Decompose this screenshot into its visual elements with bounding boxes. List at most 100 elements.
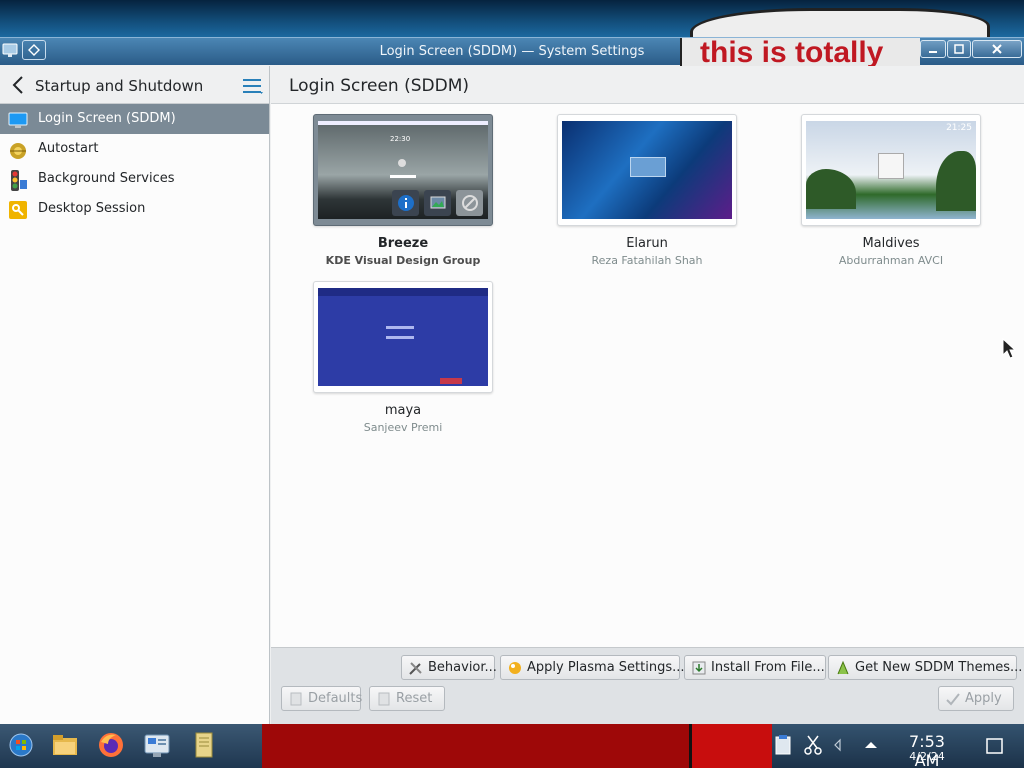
reset-icon — [376, 691, 392, 707]
sidebar-item-login-screen[interactable]: Login Screen (SDDM) — [0, 104, 269, 134]
theme-name: Breeze — [377, 236, 429, 251]
sidebar-item-label: Login Screen (SDDM) — [38, 111, 176, 126]
behavior-label: Behavior... — [428, 660, 497, 675]
preview-avatar — [398, 159, 406, 167]
theme-name: maya — [384, 403, 422, 418]
page-title: Login Screen (SDDM) — [289, 76, 470, 96]
install-from-file-label: Install From File... — [711, 660, 825, 675]
preview-clock: 22:30 — [390, 135, 411, 143]
sidebar-item-desktop-session[interactable]: Desktop Session — [0, 194, 269, 224]
gear-icon — [8, 140, 28, 160]
sidebar-item-label: Autostart — [38, 141, 99, 156]
wallpaper-red-area — [262, 724, 772, 768]
sidebar-item-label: Background Services — [38, 171, 175, 186]
apply-button[interactable]: Apply — [938, 686, 1014, 711]
sidebar-header: Startup and Shutdown — [0, 66, 269, 104]
preview-bottom-buttons — [440, 378, 462, 384]
apply-plasma-settings-label: Apply Plasma Settings... — [527, 660, 685, 675]
reset-label: Reset — [396, 691, 433, 706]
desktop-wallpaper — [0, 0, 1024, 38]
taskbar — [0, 724, 1024, 768]
scissors-icon[interactable] — [802, 734, 824, 756]
sidebar-item-autostart[interactable]: Autostart — [0, 134, 269, 164]
volume-icon[interactable] — [830, 736, 848, 754]
theme-configure-button[interactable] — [424, 190, 451, 216]
theme-info-button[interactable] — [392, 190, 419, 216]
minimize-button[interactable] — [920, 40, 946, 58]
get-new-sddm-themes-button[interactable]: Get New SDDM Themes... — [828, 655, 1022, 680]
preview-clock: 21:25 — [946, 123, 972, 133]
get-new-sddm-themes-label: Get New SDDM Themes... — [855, 660, 1023, 675]
mouse-cursor-icon — [1002, 337, 1017, 360]
monitor-icon — [8, 110, 28, 130]
close-button[interactable] — [972, 40, 1022, 58]
breeze-preview: 22:30 — [318, 121, 488, 219]
theme-name: Elarun — [626, 236, 668, 251]
preview-password-field — [390, 175, 416, 178]
theme-author: Sanjeev Premi — [363, 421, 443, 434]
system-settings-taskbar-icon[interactable] — [142, 730, 172, 760]
expand-tray-icon[interactable] — [862, 736, 880, 754]
theme-thumbnail[interactable]: 21:25 — [801, 114, 981, 226]
preview-panel — [318, 121, 488, 125]
apply-label: Apply — [965, 691, 1002, 706]
window-title: Login Screen (SDDM) — System Settings — [379, 44, 645, 59]
content-panel: Login Screen (SDDM) 22:30 Breeze KDE Vis… — [271, 66, 1024, 724]
maya-preview — [318, 288, 488, 386]
theme-card-elarun[interactable]: Elarun Reza Fatahilah Shah — [557, 114, 737, 267]
preview-trees-right — [936, 151, 976, 211]
sidebar-item-background-services[interactable]: Background Services — [0, 164, 269, 194]
clock-date[interactable]: 4/2/24 — [895, 750, 959, 763]
clipboard-app-icon[interactable] — [190, 730, 220, 760]
sidebar-item-label: Desktop Session — [38, 201, 146, 216]
install-icon — [691, 660, 707, 676]
elarun-preview — [562, 121, 732, 219]
traffic-light-icon — [8, 170, 28, 191]
install-from-file-button[interactable]: Install From File... — [684, 655, 826, 680]
theme-name: Maldives — [862, 236, 920, 251]
apply-plasma-settings-button[interactable]: Apply Plasma Settings... — [500, 655, 685, 680]
defaults-label: Defaults — [308, 691, 363, 706]
firefox-icon[interactable] — [96, 730, 126, 760]
content-header: Login Screen (SDDM) — [271, 66, 1024, 104]
window-titlebar[interactable]: this is totally Login Screen (SDDM) — Sy… — [0, 37, 1024, 66]
defaults-button[interactable]: Defaults — [281, 686, 363, 711]
maldives-preview: 21:25 — [806, 121, 976, 219]
start-menu-icon[interactable] — [6, 730, 36, 760]
key-icon — [8, 200, 28, 220]
theme-card-breeze[interactable]: 22:30 Breeze KDE Visual Design Group — [313, 114, 493, 267]
theme-thumbnail[interactable] — [313, 281, 493, 393]
theme-author: Abdurrahman AVCI — [838, 254, 944, 267]
preview-user-field — [386, 326, 414, 329]
file-manager-icon[interactable] — [50, 730, 80, 760]
hamburger-menu-icon[interactable] — [242, 77, 264, 95]
checkmark-icon — [945, 691, 961, 707]
preview-login-box — [630, 157, 666, 177]
reset-button[interactable]: Reset — [369, 686, 445, 711]
maximize-button[interactable] — [947, 40, 971, 58]
get-new-stuff-icon — [835, 660, 851, 676]
preview-login-box — [878, 153, 904, 179]
theme-thumbnail[interactable]: 22:30 — [313, 114, 493, 226]
preview-top-bar — [318, 288, 488, 296]
preview-trees-left — [806, 169, 856, 209]
behavior-button[interactable]: Behavior... — [401, 655, 497, 680]
theme-remove-button[interactable] — [456, 190, 483, 216]
theme-author: Reza Fatahilah Shah — [591, 254, 703, 267]
sidebar-title[interactable]: Startup and Shutdown — [35, 77, 203, 95]
back-arrow-icon[interactable] — [10, 76, 26, 94]
defaults-icon — [288, 691, 304, 707]
wallpaper-graffiti-shape — [690, 8, 990, 38]
theme-author: KDE Visual Design Group — [325, 254, 481, 267]
theme-card-maya[interactable]: maya Sanjeev Premi — [313, 281, 493, 434]
system-settings-window: this is totally Login Screen (SDDM) — Sy… — [0, 37, 1024, 724]
clipboard-tray-icon[interactable] — [772, 734, 794, 756]
button-bar: Behavior... Apply Plasma Settings... Ins… — [271, 647, 1024, 724]
preview-password-field — [386, 336, 414, 339]
wallpaper-dark-area — [262, 724, 692, 768]
plasma-icon — [507, 660, 523, 676]
theme-thumbnail[interactable] — [557, 114, 737, 226]
show-desktop-icon[interactable] — [984, 736, 1006, 756]
sidebar: Startup and Shutdown Login Screen (SDDM)… — [0, 66, 270, 724]
theme-card-maldives[interactable]: 21:25 Maldives Abdurrahman AVCI — [801, 114, 981, 267]
